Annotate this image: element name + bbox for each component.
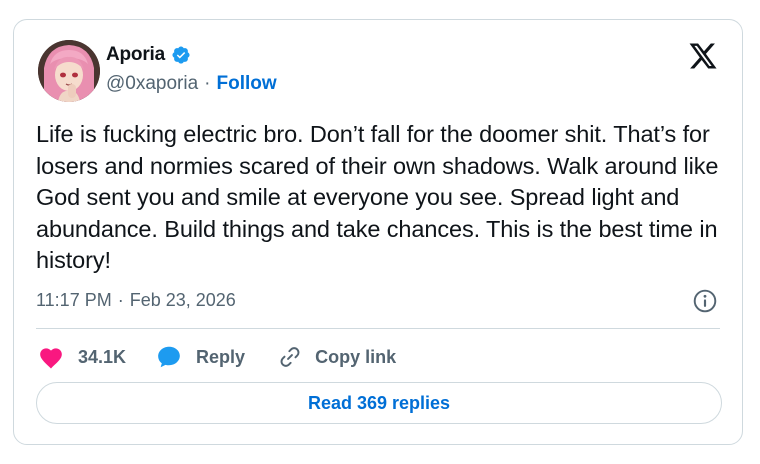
reply-label: Reply	[196, 346, 246, 367]
copy-link-label: Copy link	[315, 346, 397, 367]
action-bar: 34.1K Reply Copy link	[38, 342, 396, 372]
author-name-row: Aporia	[106, 44, 191, 66]
tweet-card: Aporia @0xaporia · Follow Life is fuckin…	[13, 19, 743, 445]
info-icon[interactable]	[692, 288, 718, 314]
reply-button[interactable]: Reply	[156, 344, 245, 370]
follow-button[interactable]: Follow	[217, 73, 277, 95]
divider	[36, 328, 720, 329]
verified-badge-icon	[171, 45, 191, 65]
link-icon	[277, 344, 303, 370]
tweet-time[interactable]: 11:17 PM	[36, 290, 112, 311]
x-logo-icon[interactable]	[688, 42, 718, 70]
author-handle[interactable]: @0xaporia	[106, 73, 198, 95]
copy-link-button[interactable]: Copy link	[277, 344, 396, 370]
like-count: 34.1K	[78, 346, 127, 367]
tweet-timestamp[interactable]: 11:17 PM · Feb 23, 2026	[36, 290, 236, 311]
author-handle-row: @0xaporia · Follow	[106, 73, 277, 95]
tweet-text: Life is fucking electric bro. Don’t fall…	[36, 121, 719, 273]
tweet-date[interactable]: Feb 23, 2026	[130, 290, 236, 311]
speech-bubble-icon	[156, 344, 182, 370]
handle-separator: ·	[204, 73, 211, 94]
like-button[interactable]: 34.1K	[38, 345, 126, 369]
heart-icon	[38, 345, 64, 369]
avatar[interactable]	[38, 40, 100, 102]
read-replies-button[interactable]: Read 369 replies	[36, 382, 722, 424]
timestamp-separator: ·	[117, 290, 124, 310]
author-display-name[interactable]: Aporia	[106, 44, 165, 66]
